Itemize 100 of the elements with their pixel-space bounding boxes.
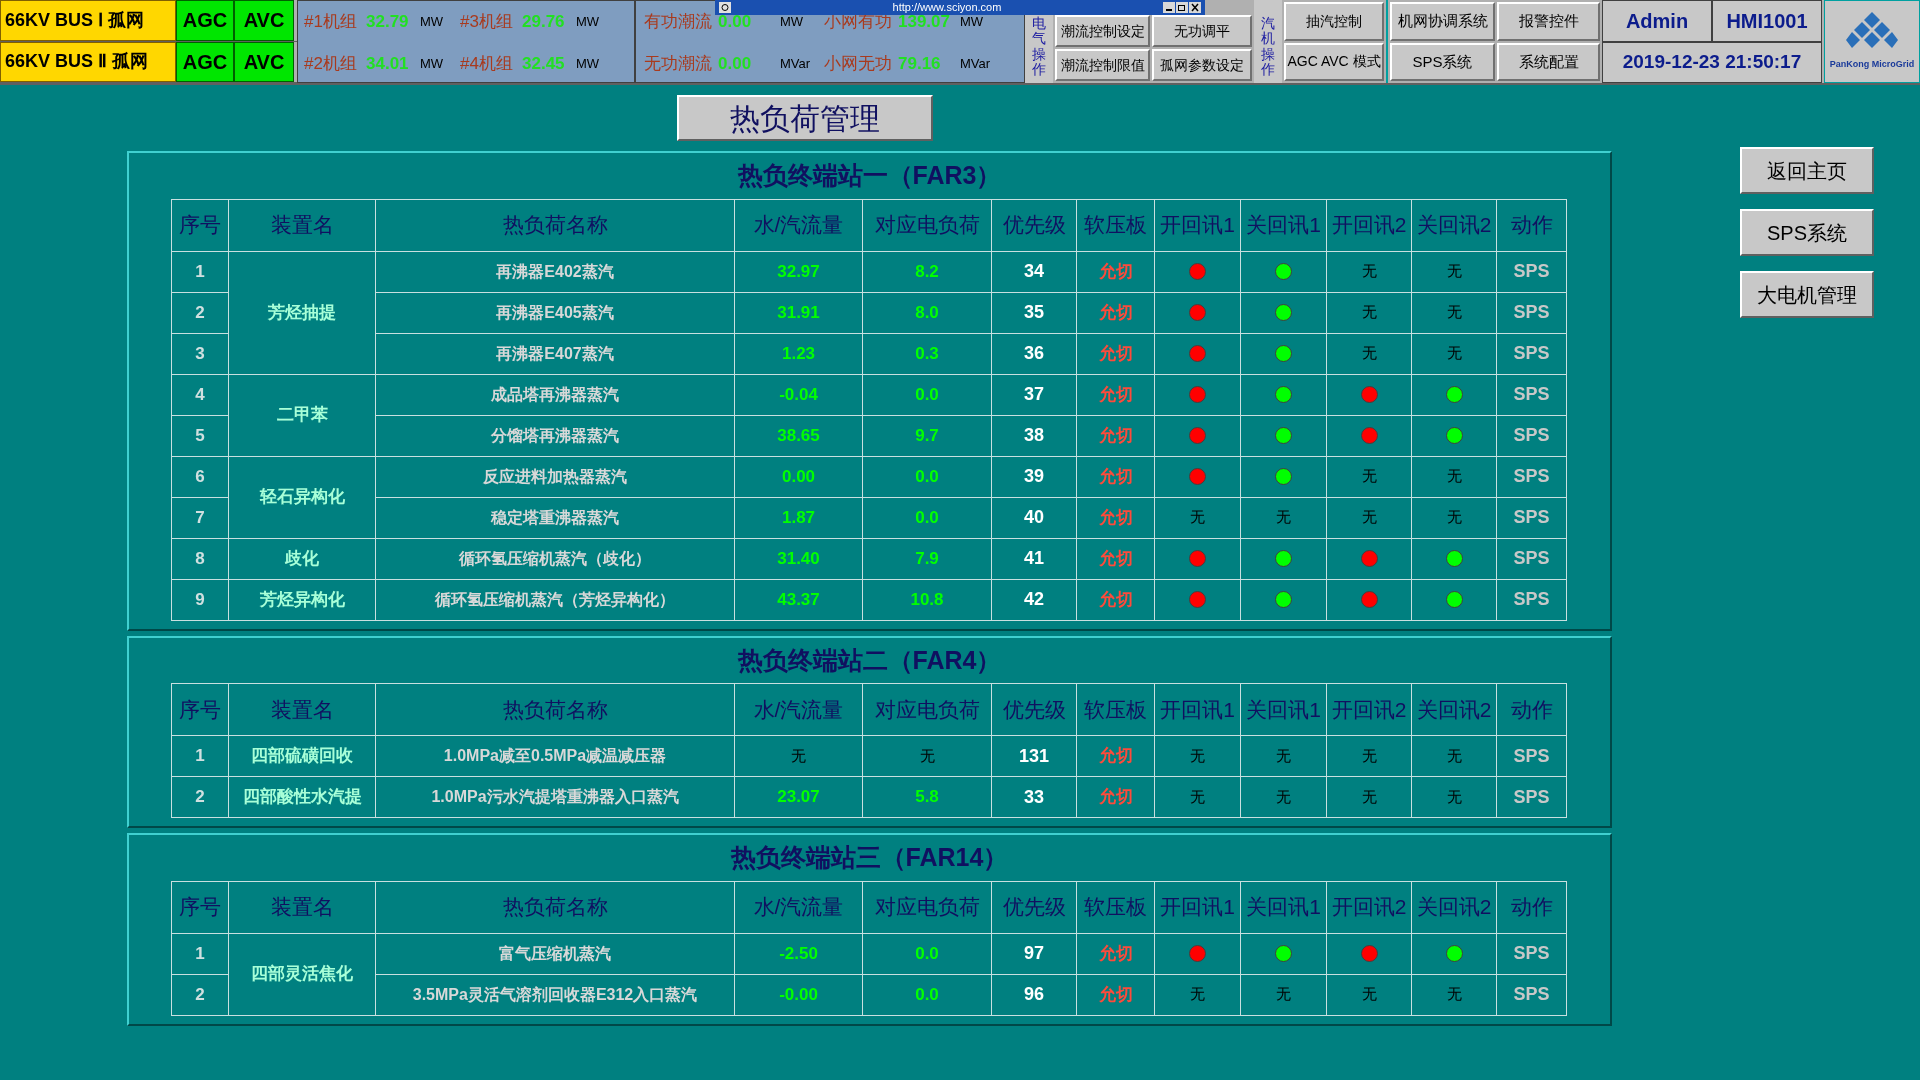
table-cell: 9.7 [862, 415, 992, 456]
unit-label: MW [960, 13, 985, 32]
host-name: HMI1001 [1712, 0, 1822, 42]
table-cell: 再沸器E402蒸汽 [375, 251, 735, 292]
column-header: 动作 [1496, 881, 1567, 933]
column-header: 关回讯1 [1240, 199, 1327, 251]
signal-text: 无 [1361, 261, 1377, 282]
column-header: 装置名 [228, 199, 376, 251]
signal-text: 无 [1276, 507, 1291, 528]
unit-label: MW [576, 55, 601, 74]
table-cell: 允切 [1076, 456, 1155, 497]
table-cell: 6 [171, 456, 229, 497]
signal-text: 无 [1190, 745, 1205, 766]
station-title: 热负终端站三（FAR14） [730, 843, 1009, 871]
table-cell: 5 [171, 415, 229, 456]
signal-text: 无 [1446, 745, 1462, 766]
table-cell: 允切 [1076, 251, 1155, 292]
toolbar-button[interactable]: 系统配置 [1497, 42, 1600, 81]
table-cell: 允切 [1076, 497, 1155, 538]
table-cell: 2 [171, 974, 229, 1015]
minimize-icon[interactable] [1163, 2, 1175, 13]
toolbar-button[interactable]: 孤网参数设定 [1152, 49, 1252, 81]
unit-label: MW [420, 13, 445, 32]
table-cell: 1.0MPa减至0.5MPa减温减压器 [375, 735, 735, 777]
unit-label: MVar [960, 55, 992, 74]
column-header: 热负荷名称 [375, 199, 735, 251]
group-label: 汽机操作 [1254, 0, 1282, 83]
table-cell: 循环氢压缩机蒸汽（歧化） [375, 538, 735, 579]
column-header: 序号 [171, 199, 229, 251]
reading-value: 139.07 [898, 12, 950, 34]
table-cell: 允切 [1076, 974, 1155, 1015]
toolbar-button[interactable]: AGC AVC 模式 [1284, 42, 1384, 81]
signal-text: 无 [1361, 343, 1377, 364]
table-cell: 8 [171, 538, 229, 579]
toolbar-button[interactable]: 机网协调系统 [1390, 2, 1495, 41]
column-header: 热负荷名称 [375, 683, 735, 736]
table-cell: 31.91 [734, 292, 863, 333]
table-cell: 分馏塔再沸器蒸汽 [375, 415, 735, 456]
nav-button[interactable]: 返回主页 [1740, 147, 1874, 194]
nav-button[interactable]: 大电机管理 [1740, 271, 1874, 318]
table-cell: -0.04 [734, 374, 863, 415]
column-header: 关回讯2 [1411, 199, 1497, 251]
table-cell: 42 [991, 579, 1077, 620]
table-cell: 0.3 [862, 333, 992, 374]
table-cell: 循环氢压缩机蒸汽（芳烃异构化） [375, 579, 735, 620]
table-cell: 43.37 [734, 579, 863, 620]
column-header: 软压板 [1076, 199, 1155, 251]
column-header: 序号 [171, 683, 229, 736]
reading-label: #2机组 [304, 53, 358, 76]
reading-value: 0.00 [718, 53, 753, 76]
reading-value: 79.16 [898, 53, 942, 76]
column-header: 开回讯2 [1326, 199, 1412, 251]
table-cell: 1 [171, 735, 229, 777]
table-cell: 成品塔再沸器蒸汽 [375, 374, 735, 415]
table-cell: 允切 [1076, 933, 1155, 974]
reading-label: #1机组 [304, 11, 358, 34]
toolbar-button[interactable]: 抽汽控制 [1284, 2, 1384, 41]
column-header: 开回讯1 [1154, 199, 1241, 251]
signal-text: 无 [1446, 466, 1462, 487]
table-cell: 再沸器E405蒸汽 [375, 292, 735, 333]
close-icon[interactable] [1189, 2, 1201, 13]
nav-button[interactable]: SPS系统 [1740, 209, 1874, 256]
restore-icon[interactable] [1176, 2, 1188, 13]
table-cell: 允切 [1076, 292, 1155, 333]
table-cell: 二甲苯 [228, 374, 376, 456]
toolbar-button[interactable]: 潮流控制设定 [1055, 15, 1150, 47]
table-cell: 芳烃抽提 [228, 251, 376, 374]
column-header: 序号 [171, 881, 229, 933]
toolbar-button[interactable]: SPS系统 [1390, 42, 1495, 81]
table-cell: 允切 [1076, 538, 1155, 579]
column-header: 软压板 [1076, 683, 1155, 736]
table-cell: 40 [991, 497, 1077, 538]
table-cell: 38 [991, 415, 1077, 456]
page-title: 热负荷管理 [676, 95, 933, 141]
reading-label: 无功潮流 [644, 53, 713, 76]
reading-label: #4机组 [460, 53, 514, 76]
column-header: 优先级 [991, 199, 1077, 251]
reading-value: 29.76 [522, 11, 566, 34]
column-header: 水/汽流量 [734, 199, 863, 251]
agc-indicator: AGC [176, 41, 234, 82]
table-cell: 1.23 [734, 333, 863, 374]
station-title: 热负终端站二（FAR4） [737, 645, 1002, 674]
toolbar-button[interactable]: 潮流控制限值 [1055, 49, 1150, 81]
signal-text: 无 [1446, 343, 1462, 364]
signal-text: 无 [1446, 302, 1462, 323]
table-cell: 32.97 [734, 251, 863, 292]
signal-text: 无 [1190, 507, 1205, 528]
column-header: 装置名 [228, 881, 376, 933]
signal-text: 无 [1276, 786, 1291, 807]
table-cell: 四部硫磺回收 [228, 735, 376, 777]
signal-text: 无 [1446, 261, 1462, 282]
table-cell: 8.0 [862, 292, 992, 333]
table-cell: 1 [171, 933, 229, 974]
table-cell: 允切 [1076, 374, 1155, 415]
toolbar-button[interactable]: 无功调平 [1152, 15, 1252, 47]
table-cell: 允切 [1076, 776, 1155, 818]
avc-indicator: AVC [234, 0, 294, 41]
toolbar-button[interactable]: 报警控件 [1497, 2, 1600, 41]
table-cell: 5.8 [862, 776, 992, 818]
agc-indicator: AGC [176, 0, 234, 41]
